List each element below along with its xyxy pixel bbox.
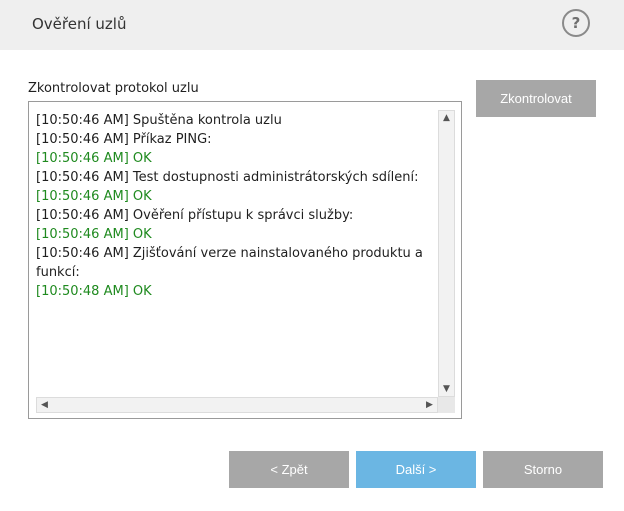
help-icon[interactable]: ? [562, 9, 590, 37]
log-line: [10:50:46 AM] Ověření přístupu k správci… [36, 208, 354, 223]
log-line-ok: [10:50:46 AM] OK [36, 227, 152, 242]
log-line-ok: [10:50:46 AM] OK [36, 151, 152, 166]
horizontal-scrollbar[interactable]: ◀ ▶ [36, 397, 438, 413]
scroll-left-icon[interactable]: ◀ [37, 398, 52, 412]
log-line: [10:50:46 AM] Test dostupnosti administr… [36, 170, 419, 185]
log-label: Zkontrolovat protokol uzlu [28, 81, 199, 96]
scrollbar-corner [438, 397, 455, 413]
next-button[interactable]: Další > [356, 451, 476, 488]
scroll-right-icon[interactable]: ▶ [422, 398, 437, 412]
vertical-scrollbar[interactable]: ▲ ▼ [438, 110, 455, 397]
log-line: [10:50:46 AM] Zjišťování verze nainstalo… [36, 246, 423, 280]
log-content: [10:50:46 AM] Spuštěna kontrola uzlu [10… [36, 111, 431, 301]
scroll-up-icon[interactable]: ▲ [439, 111, 454, 125]
header-bar: Ověření uzlů ? [0, 0, 624, 50]
back-button[interactable]: < Zpět [229, 451, 349, 488]
cancel-button[interactable]: Storno [483, 451, 603, 488]
page-title: Ověření uzlů [32, 15, 127, 33]
log-panel: [10:50:46 AM] Spuštěna kontrola uzlu [10… [28, 101, 462, 419]
log-line-ok: [10:50:46 AM] OK [36, 189, 152, 204]
log-line: [10:50:46 AM] Příkaz PING: [36, 132, 212, 147]
log-line: [10:50:46 AM] Spuštěna kontrola uzlu [36, 113, 282, 128]
scroll-down-icon[interactable]: ▼ [439, 382, 454, 396]
check-button[interactable]: Zkontrolovat [476, 80, 596, 117]
log-line-ok: [10:50:48 AM] OK [36, 284, 152, 299]
